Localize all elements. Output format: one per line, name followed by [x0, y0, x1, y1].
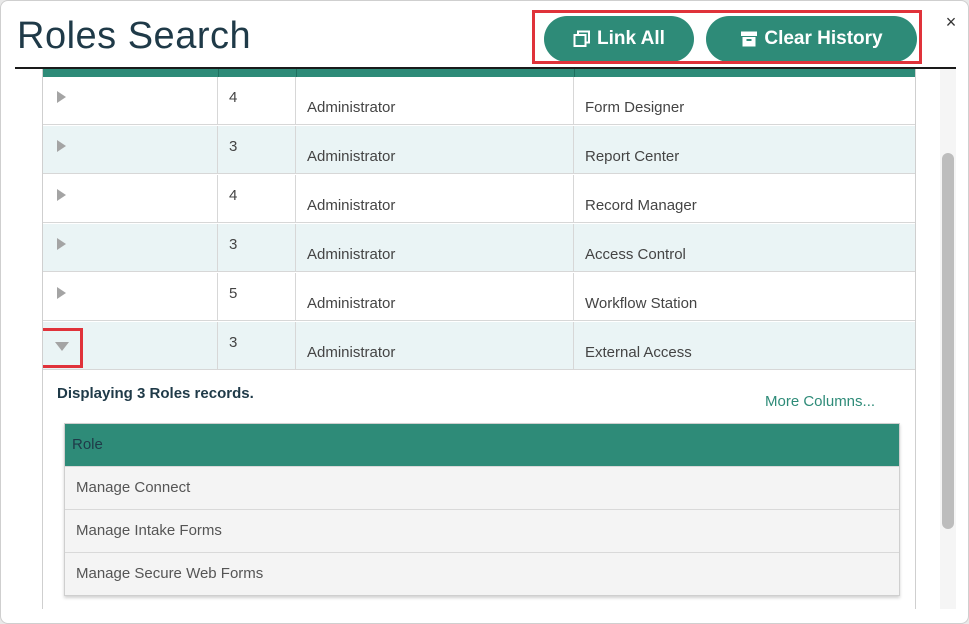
list-item[interactable]: Manage Intake Forms	[65, 509, 899, 552]
name-cell: Record Manager	[585, 197, 697, 214]
expanded-detail-panel: Displaying 3 Roles records. More Columns…	[43, 371, 915, 609]
list-item[interactable]: Manage Secure Web Forms	[65, 552, 899, 595]
name-cell: Form Designer	[585, 99, 685, 116]
arrow-highlight-box	[43, 328, 83, 368]
expand-cell[interactable]	[43, 224, 218, 271]
buttons-highlight-box	[532, 10, 922, 64]
count-cell: 4	[229, 89, 238, 106]
count-cell: 4	[229, 187, 238, 204]
close-button[interactable]: ×	[941, 11, 961, 33]
type-cell: Administrator	[307, 197, 396, 214]
count-cell: 3	[229, 236, 238, 253]
roles-subtable: Role Manage Connect Manage Intake Forms …	[64, 423, 900, 596]
table-row[interactable]: 3 Administrator Access Control	[43, 224, 915, 272]
record-count-text: Displaying 3 Roles records.	[57, 385, 254, 402]
expand-arrow-icon[interactable]	[57, 140, 66, 152]
expand-cell[interactable]	[43, 175, 218, 222]
table-row-expanded[interactable]: 3 Administrator External Access	[43, 322, 915, 370]
type-cell: Administrator	[307, 148, 396, 165]
table-row[interactable]: 4 Administrator Form Designer	[43, 77, 915, 125]
subtable-header-role[interactable]: Role	[65, 424, 899, 466]
table-row[interactable]: 4 Administrator Record Manager	[43, 175, 915, 223]
expand-cell[interactable]	[43, 322, 218, 369]
count-cell: 3	[229, 334, 238, 351]
expand-arrow-icon[interactable]	[57, 91, 66, 103]
name-cell: Access Control	[585, 246, 686, 263]
roles-search-dialog: Roles Search × Link All Clear History 4 …	[0, 0, 969, 624]
dialog-title: Roles Search	[17, 15, 252, 57]
results-table: 4 Administrator Form Designer 3 Administ…	[42, 69, 916, 609]
table-row[interactable]: 5 Administrator Workflow Station	[43, 273, 915, 321]
expand-arrow-icon[interactable]	[57, 189, 66, 201]
more-columns-link[interactable]: More Columns...	[765, 393, 875, 410]
count-cell: 5	[229, 285, 238, 302]
vertical-scrollbar[interactable]	[940, 69, 956, 609]
expand-arrow-icon[interactable]	[57, 287, 66, 299]
expand-cell[interactable]	[43, 273, 218, 320]
list-item[interactable]: Manage Connect	[65, 466, 899, 509]
type-cell: Administrator	[307, 99, 396, 116]
count-cell: 3	[229, 138, 238, 155]
scrollbar-thumb[interactable]	[942, 153, 954, 529]
name-cell: Report Center	[585, 148, 680, 165]
name-cell: Workflow Station	[585, 295, 698, 312]
expand-arrow-icon[interactable]	[57, 238, 66, 250]
name-cell: External Access	[585, 344, 692, 361]
expand-cell[interactable]	[43, 126, 218, 173]
type-cell: Administrator	[307, 344, 396, 361]
type-cell: Administrator	[307, 246, 396, 263]
expand-cell[interactable]	[43, 77, 218, 124]
table-row[interactable]: 3 Administrator Report Center	[43, 126, 915, 174]
table-header	[43, 69, 915, 77]
type-cell: Administrator	[307, 295, 396, 312]
